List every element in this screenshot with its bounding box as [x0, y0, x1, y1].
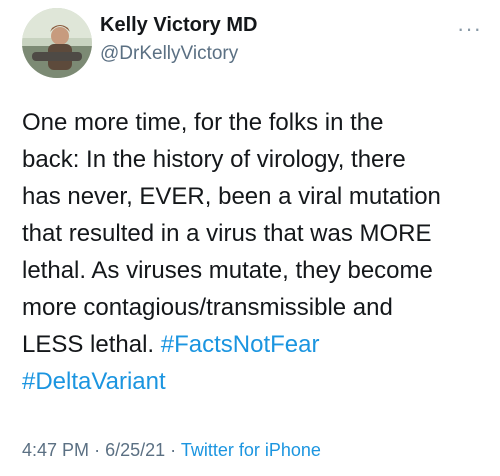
more-horizontal-icon[interactable]: ···	[457, 18, 482, 40]
tweet-line: that resulted in a virus that was MORE	[22, 220, 432, 247]
tweet-line-with-hashtag: LESS lethal. #FactsNotFear	[22, 326, 492, 363]
tweet-source[interactable]: Twitter for iPhone	[181, 440, 321, 460]
tweet-line: has never, EVER, been a viral mutation	[22, 183, 441, 210]
avatar-photo	[22, 8, 92, 78]
meta-separator: ·	[94, 440, 101, 460]
tweet-line: back: In the history of virology, there	[22, 146, 406, 173]
author-name[interactable]: Kelly Victory MD	[100, 14, 257, 37]
tweet-line: more contagious/transmissible and	[22, 294, 393, 321]
tweet-line: One more time, for the folks in the	[22, 109, 384, 136]
hashtag-facts-not-fear[interactable]: #FactsNotFear	[161, 331, 320, 358]
author-handle[interactable]: @DrKellyVictory	[100, 43, 238, 65]
tweet-meta: 4:47 PM · 6/25/21 · Twitter for iPhone	[22, 440, 321, 461]
tweet-line: lethal. As viruses mutate, they become	[22, 257, 433, 284]
tweet-time[interactable]: 4:47 PM	[22, 440, 89, 460]
tweet-header: Kelly Victory MD @DrKellyVictory ···	[0, 0, 500, 90]
meta-separator: ·	[170, 440, 177, 460]
tweet-date[interactable]: 6/25/21	[105, 440, 165, 460]
hashtag-delta-variant[interactable]: #DeltaVariant	[22, 368, 166, 395]
tweet-line: LESS lethal.	[22, 331, 155, 358]
tweet-text: One more time, for the folks in the back…	[22, 104, 492, 400]
avatar[interactable]	[22, 8, 92, 78]
